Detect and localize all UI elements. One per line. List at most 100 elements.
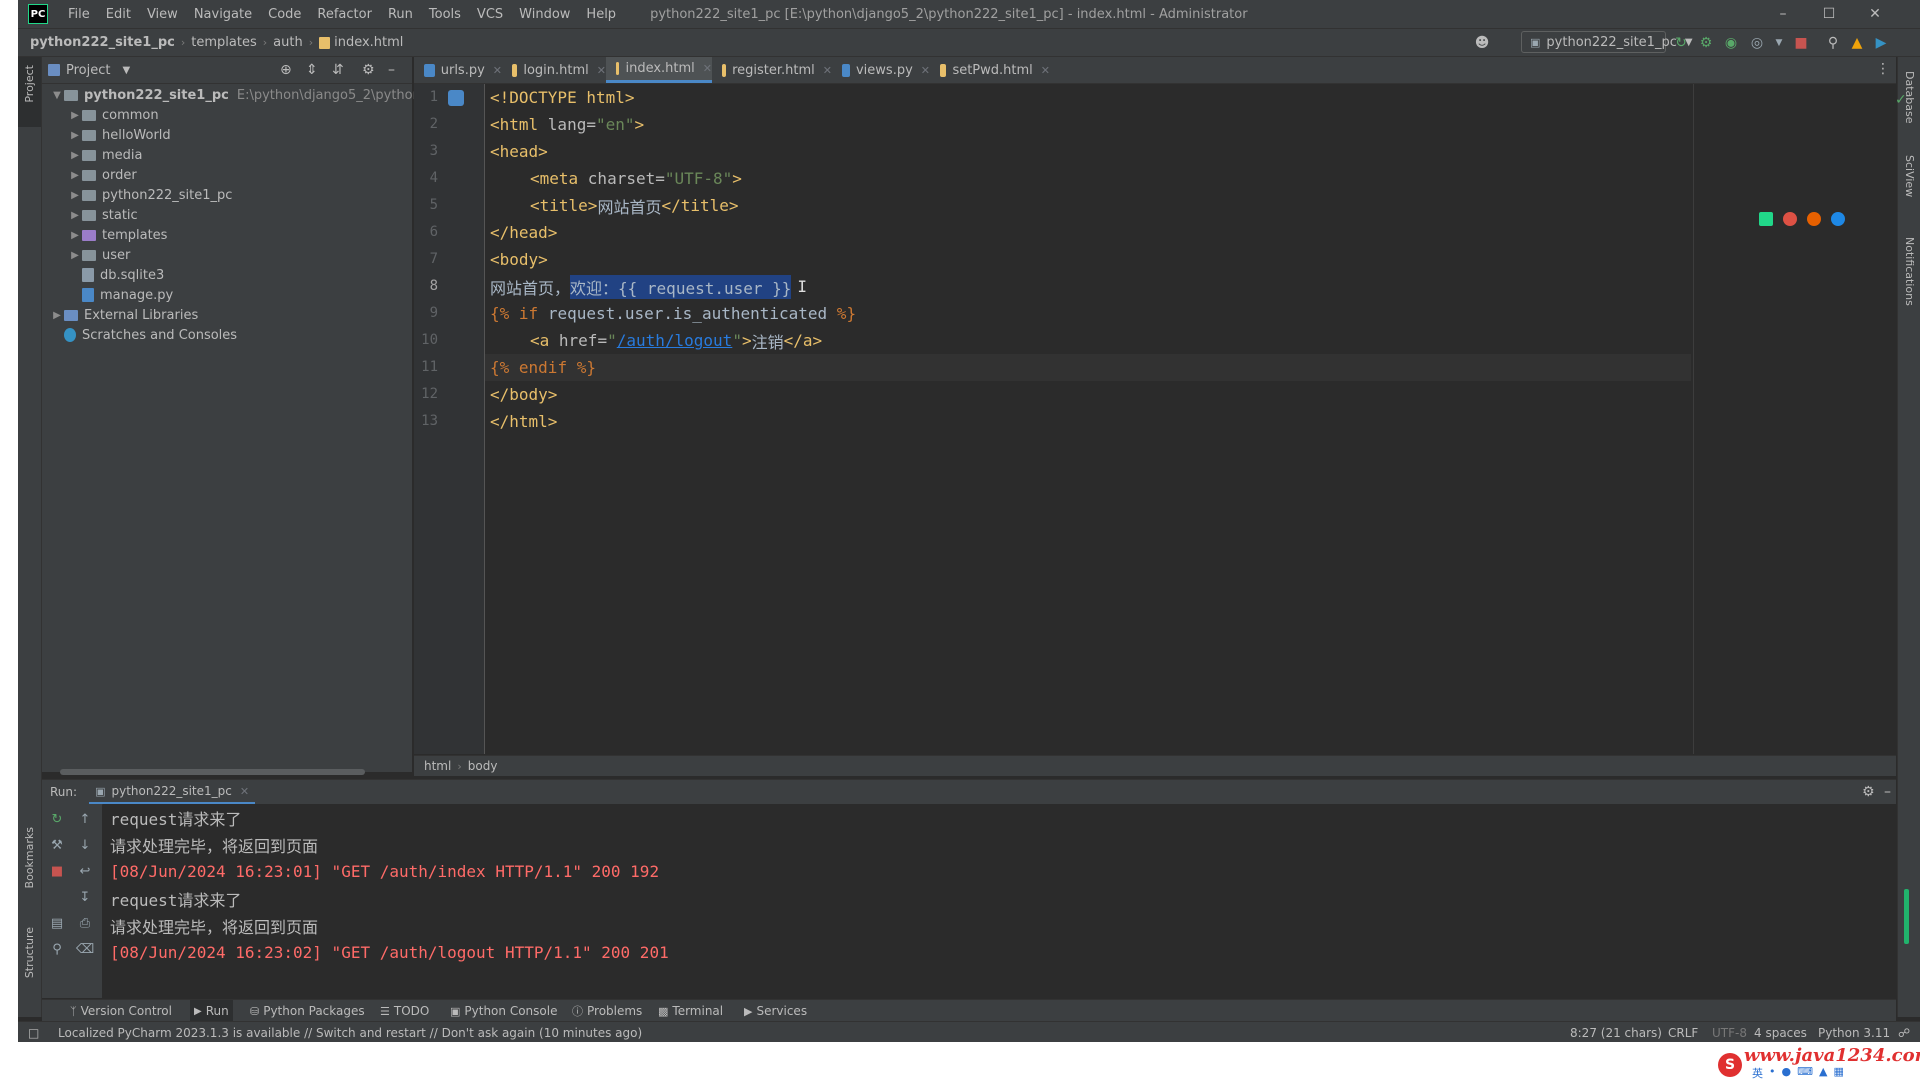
tool-tab-run[interactable]: ▶ Run: [190, 1000, 233, 1022]
chevron-right-icon[interactable]: ▶: [68, 130, 82, 141]
chevron-down-icon[interactable]: ▼: [50, 90, 64, 101]
tree-item-order[interactable]: ▶ order: [68, 165, 137, 185]
tab-login-html[interactable]: login.html ✕: [502, 57, 606, 83]
structure-tool-button[interactable]: Structure: [23, 927, 36, 978]
soft-wrap-icon[interactable]: ↩: [76, 862, 94, 880]
sciview-tool-button[interactable]: SciView: [1903, 155, 1916, 197]
caret-position[interactable]: 8:27 (21 chars): [1570, 1022, 1662, 1042]
close-tab-icon[interactable]: ✕: [921, 64, 930, 77]
tool-tab-services[interactable]: ▶ Services: [744, 1000, 807, 1022]
crumb-templates[interactable]: templates: [191, 35, 256, 50]
chevron-right-icon[interactable]: ▶: [68, 190, 82, 201]
chevron-right-icon[interactable]: ▶: [68, 230, 82, 241]
crumb-project[interactable]: python222_site1_pc: [30, 35, 175, 50]
tree-item-static[interactable]: ▶ static: [68, 205, 138, 225]
arrow-up-icon[interactable]: ↑: [76, 810, 94, 828]
chevron-right-icon[interactable]: ▶: [68, 170, 82, 181]
tab-urls-py[interactable]: urls.py ✕: [414, 57, 502, 83]
stop-icon[interactable]: ■: [48, 862, 66, 880]
tree-item-manage-py[interactable]: manage.py: [82, 285, 173, 305]
tool-tab-python-packages[interactable]: ⛁ Python Packages: [250, 1000, 365, 1022]
firefox-icon[interactable]: [1807, 212, 1821, 226]
collapse-all-icon[interactable]: ⇵: [332, 62, 344, 78]
menu-tools[interactable]: Tools: [421, 7, 469, 22]
trash-icon[interactable]: ⌫: [76, 940, 94, 958]
project-tool-button[interactable]: Project: [23, 65, 36, 103]
tab-setpwd-html[interactable]: setPwd.html ✕: [930, 57, 1050, 83]
tree-item-common[interactable]: ▶ common: [68, 105, 158, 125]
tree-item-templates[interactable]: ▶ templates: [68, 225, 167, 245]
tool-tab-terminal[interactable]: ▩ Terminal: [658, 1000, 723, 1022]
shirt-icon[interactable]: ▲: [1819, 1065, 1827, 1081]
code-editor[interactable]: ✓ <!DOCTYPE html> <html lang= "en" > <head…: [485, 84, 1907, 754]
ime-language-label[interactable]: 英: [1752, 1065, 1763, 1081]
more-run-icon[interactable]: ▼: [1770, 34, 1788, 52]
plugin-icon[interactable]: ▶: [1872, 34, 1890, 52]
menu-run[interactable]: Run: [380, 7, 421, 22]
edge-icon[interactable]: [1831, 212, 1845, 226]
file-encoding[interactable]: UTF-8: [1712, 1022, 1747, 1042]
profile-icon[interactable]: ◎: [1748, 34, 1766, 52]
chevron-right-icon[interactable]: ▶: [68, 110, 82, 121]
print-icon[interactable]: ⎙: [76, 914, 94, 932]
search-icon[interactable]: ⚲: [1824, 34, 1842, 52]
updates-icon[interactable]: ▲: [1848, 34, 1866, 52]
chrome-icon[interactable]: [1783, 212, 1797, 226]
rerun-icon[interactable]: ↻: [48, 810, 66, 828]
close-tab-icon[interactable]: ✕: [597, 64, 606, 77]
tool-tab-todo[interactable]: ☰ TODO: [380, 1000, 429, 1022]
chevron-down-icon[interactable]: ▼: [122, 65, 130, 76]
line-separator[interactable]: CRLF: [1668, 1022, 1698, 1042]
menu-edit[interactable]: Edit: [98, 7, 139, 22]
tool-tab-problems[interactable]: ⓘ Problems: [572, 1000, 642, 1022]
more-tabs-icon[interactable]: ⋮: [1876, 61, 1890, 77]
crumb-auth[interactable]: auth: [273, 35, 303, 50]
bookmarks-tool-button[interactable]: Bookmarks: [23, 827, 36, 888]
pycharm-preview-icon[interactable]: [1759, 212, 1773, 226]
project-panel-title[interactable]: Project: [66, 63, 110, 78]
tree-item-python222-site1-pc[interactable]: ▶ python222_site1_pc: [68, 185, 232, 205]
crumb-html[interactable]: html: [424, 759, 451, 773]
crumb-body[interactable]: body: [468, 759, 498, 773]
tree-item-user[interactable]: ▶ user: [68, 245, 130, 265]
menu-view[interactable]: View: [139, 7, 186, 22]
ime-menu-icon[interactable]: ▦: [1833, 1065, 1843, 1081]
scroll-to-end-icon[interactable]: ↧: [76, 888, 94, 906]
tree-scratches[interactable]: Scratches and Consoles: [64, 325, 237, 345]
chevron-right-icon[interactable]: ▶: [68, 250, 82, 261]
hide-panel-icon[interactable]: –: [1884, 784, 1891, 800]
python-interpreter[interactable]: Python 3.11: [1818, 1022, 1890, 1042]
lock-icon[interactable]: ☍: [1898, 1022, 1910, 1042]
tab-views-py[interactable]: views.py ✕: [832, 57, 930, 83]
microphone-icon[interactable]: ●: [1782, 1065, 1792, 1081]
tree-item-db-sqlite3[interactable]: db.sqlite3: [82, 265, 164, 285]
crumb-index-html[interactable]: index.html: [334, 35, 403, 50]
notifications-tool-button[interactable]: Notifications: [1903, 237, 1916, 306]
indent-setting[interactable]: 4 spaces: [1754, 1022, 1807, 1042]
run-console-output[interactable]: request请求来了 请求处理完毕，将返回到页面 [08/Jun/2024 1…: [103, 804, 1896, 998]
close-tab-icon[interactable]: ✕: [493, 64, 502, 77]
menu-vcs[interactable]: VCS: [469, 7, 511, 22]
scrollbar-thumb[interactable]: [1904, 889, 1909, 944]
menu-help[interactable]: Help: [578, 7, 624, 22]
keyboard-icon[interactable]: ⌨: [1797, 1065, 1813, 1081]
rerun-icon[interactable]: ↻: [1672, 34, 1690, 52]
menu-file[interactable]: File: [60, 7, 98, 22]
tab-index-html[interactable]: index.html ✕: [606, 57, 712, 83]
menu-window[interactable]: Window: [511, 7, 578, 22]
status-toggle-icon[interactable]: □: [28, 1022, 39, 1042]
close-tab-icon[interactable]: ✕: [703, 62, 712, 75]
close-tab-icon[interactable]: ✕: [240, 785, 249, 798]
close-tab-icon[interactable]: ✕: [823, 64, 832, 77]
coverage-icon[interactable]: ◉: [1722, 34, 1740, 52]
gear-icon[interactable]: ⚙: [362, 62, 375, 78]
chevron-right-icon[interactable]: ▶: [50, 310, 64, 321]
tree-item-media[interactable]: ▶ media: [68, 145, 142, 165]
locate-icon[interactable]: ⊕: [280, 62, 292, 78]
run-config-selector[interactable]: ▣ python222_site1_pc ▼: [1521, 31, 1693, 53]
run-tab[interactable]: ▣ python222_site1_pc ✕: [89, 780, 256, 804]
maximize-icon[interactable]: ☐: [1806, 0, 1852, 28]
menu-refactor[interactable]: Refactor: [309, 7, 380, 22]
tab-register-html[interactable]: register.html ✕: [712, 57, 832, 83]
close-icon[interactable]: ✕: [1852, 0, 1898, 28]
